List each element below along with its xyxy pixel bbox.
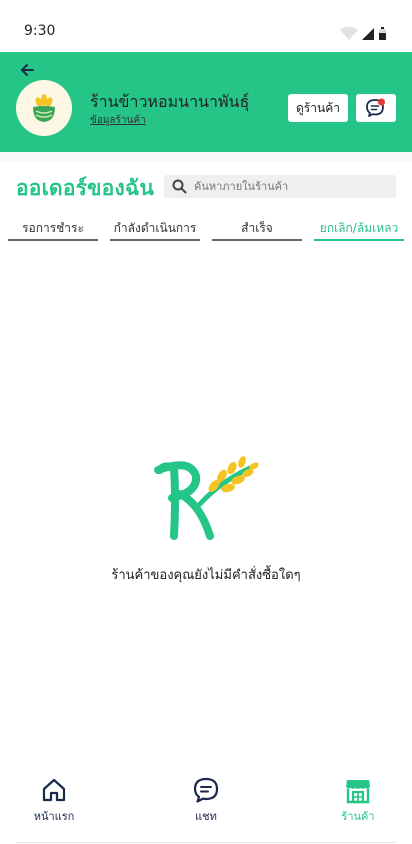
search-icon xyxy=(172,179,187,194)
signal-icon xyxy=(362,28,374,40)
battery-icon xyxy=(379,27,386,40)
shop-logo xyxy=(16,80,72,136)
rice-logo-icon xyxy=(33,94,55,122)
nav-chat-label: แชท xyxy=(195,810,217,823)
bottom-nav: หน้าแรก แชท ร้านค้า xyxy=(0,760,412,844)
chat-button[interactable] xyxy=(356,94,396,122)
shop-name: ร้านข้าวหอมนานาพันธุ์ xyxy=(90,92,250,111)
empty-message: ร้านค้าของคุณยังไม่มีคำสั่งซื้อใดๆ xyxy=(111,568,301,583)
rice-brand-logo xyxy=(154,456,259,540)
order-status-tabs: รอการชำระ กำลังดำเนินการ สำเร็จ ยกเลิก/ล… xyxy=(0,218,412,242)
tab-cancelled[interactable]: ยกเลิก/ล้มเหลว xyxy=(314,218,404,241)
shop-header: ร้านข้าวหอมนานาพันธุ์ ข้อมูลร้านค้า ดูร้… xyxy=(0,52,412,152)
nav-home[interactable]: หน้าแรก xyxy=(14,776,94,825)
nav-store-label: ร้านค้า xyxy=(341,810,375,823)
search-input[interactable] xyxy=(194,175,390,198)
status-icons xyxy=(340,26,386,40)
shop-info-link[interactable]: ข้อมูลร้านค้า xyxy=(90,113,146,128)
status-bar: 9:30 xyxy=(0,0,412,52)
subheader-strip xyxy=(0,152,412,162)
home-indicator xyxy=(16,842,396,843)
tab-completed[interactable]: สำเร็จ xyxy=(212,218,302,241)
notification-badge xyxy=(378,98,385,106)
nav-store[interactable]: ร้านค้า xyxy=(318,776,398,825)
wifi-icon xyxy=(340,26,358,40)
page-title: ออเดอร์ของฉัน xyxy=(16,176,155,200)
back-arrow-icon[interactable] xyxy=(16,60,38,80)
status-time: 9:30 xyxy=(24,23,56,39)
home-icon xyxy=(42,778,66,802)
nav-home-label: หน้าแรก xyxy=(33,810,75,823)
store-icon xyxy=(346,780,370,804)
tab-in-progress[interactable]: กำลังดำเนินการ xyxy=(110,218,200,241)
nav-chat[interactable]: แชท xyxy=(166,776,246,825)
chat-notification-icon xyxy=(366,98,385,117)
chat-icon xyxy=(193,777,219,803)
search-box[interactable] xyxy=(164,175,396,198)
view-shop-button[interactable]: ดูร้านค้า xyxy=(288,94,348,122)
tab-awaiting-payment[interactable]: รอการชำระ xyxy=(8,218,98,241)
